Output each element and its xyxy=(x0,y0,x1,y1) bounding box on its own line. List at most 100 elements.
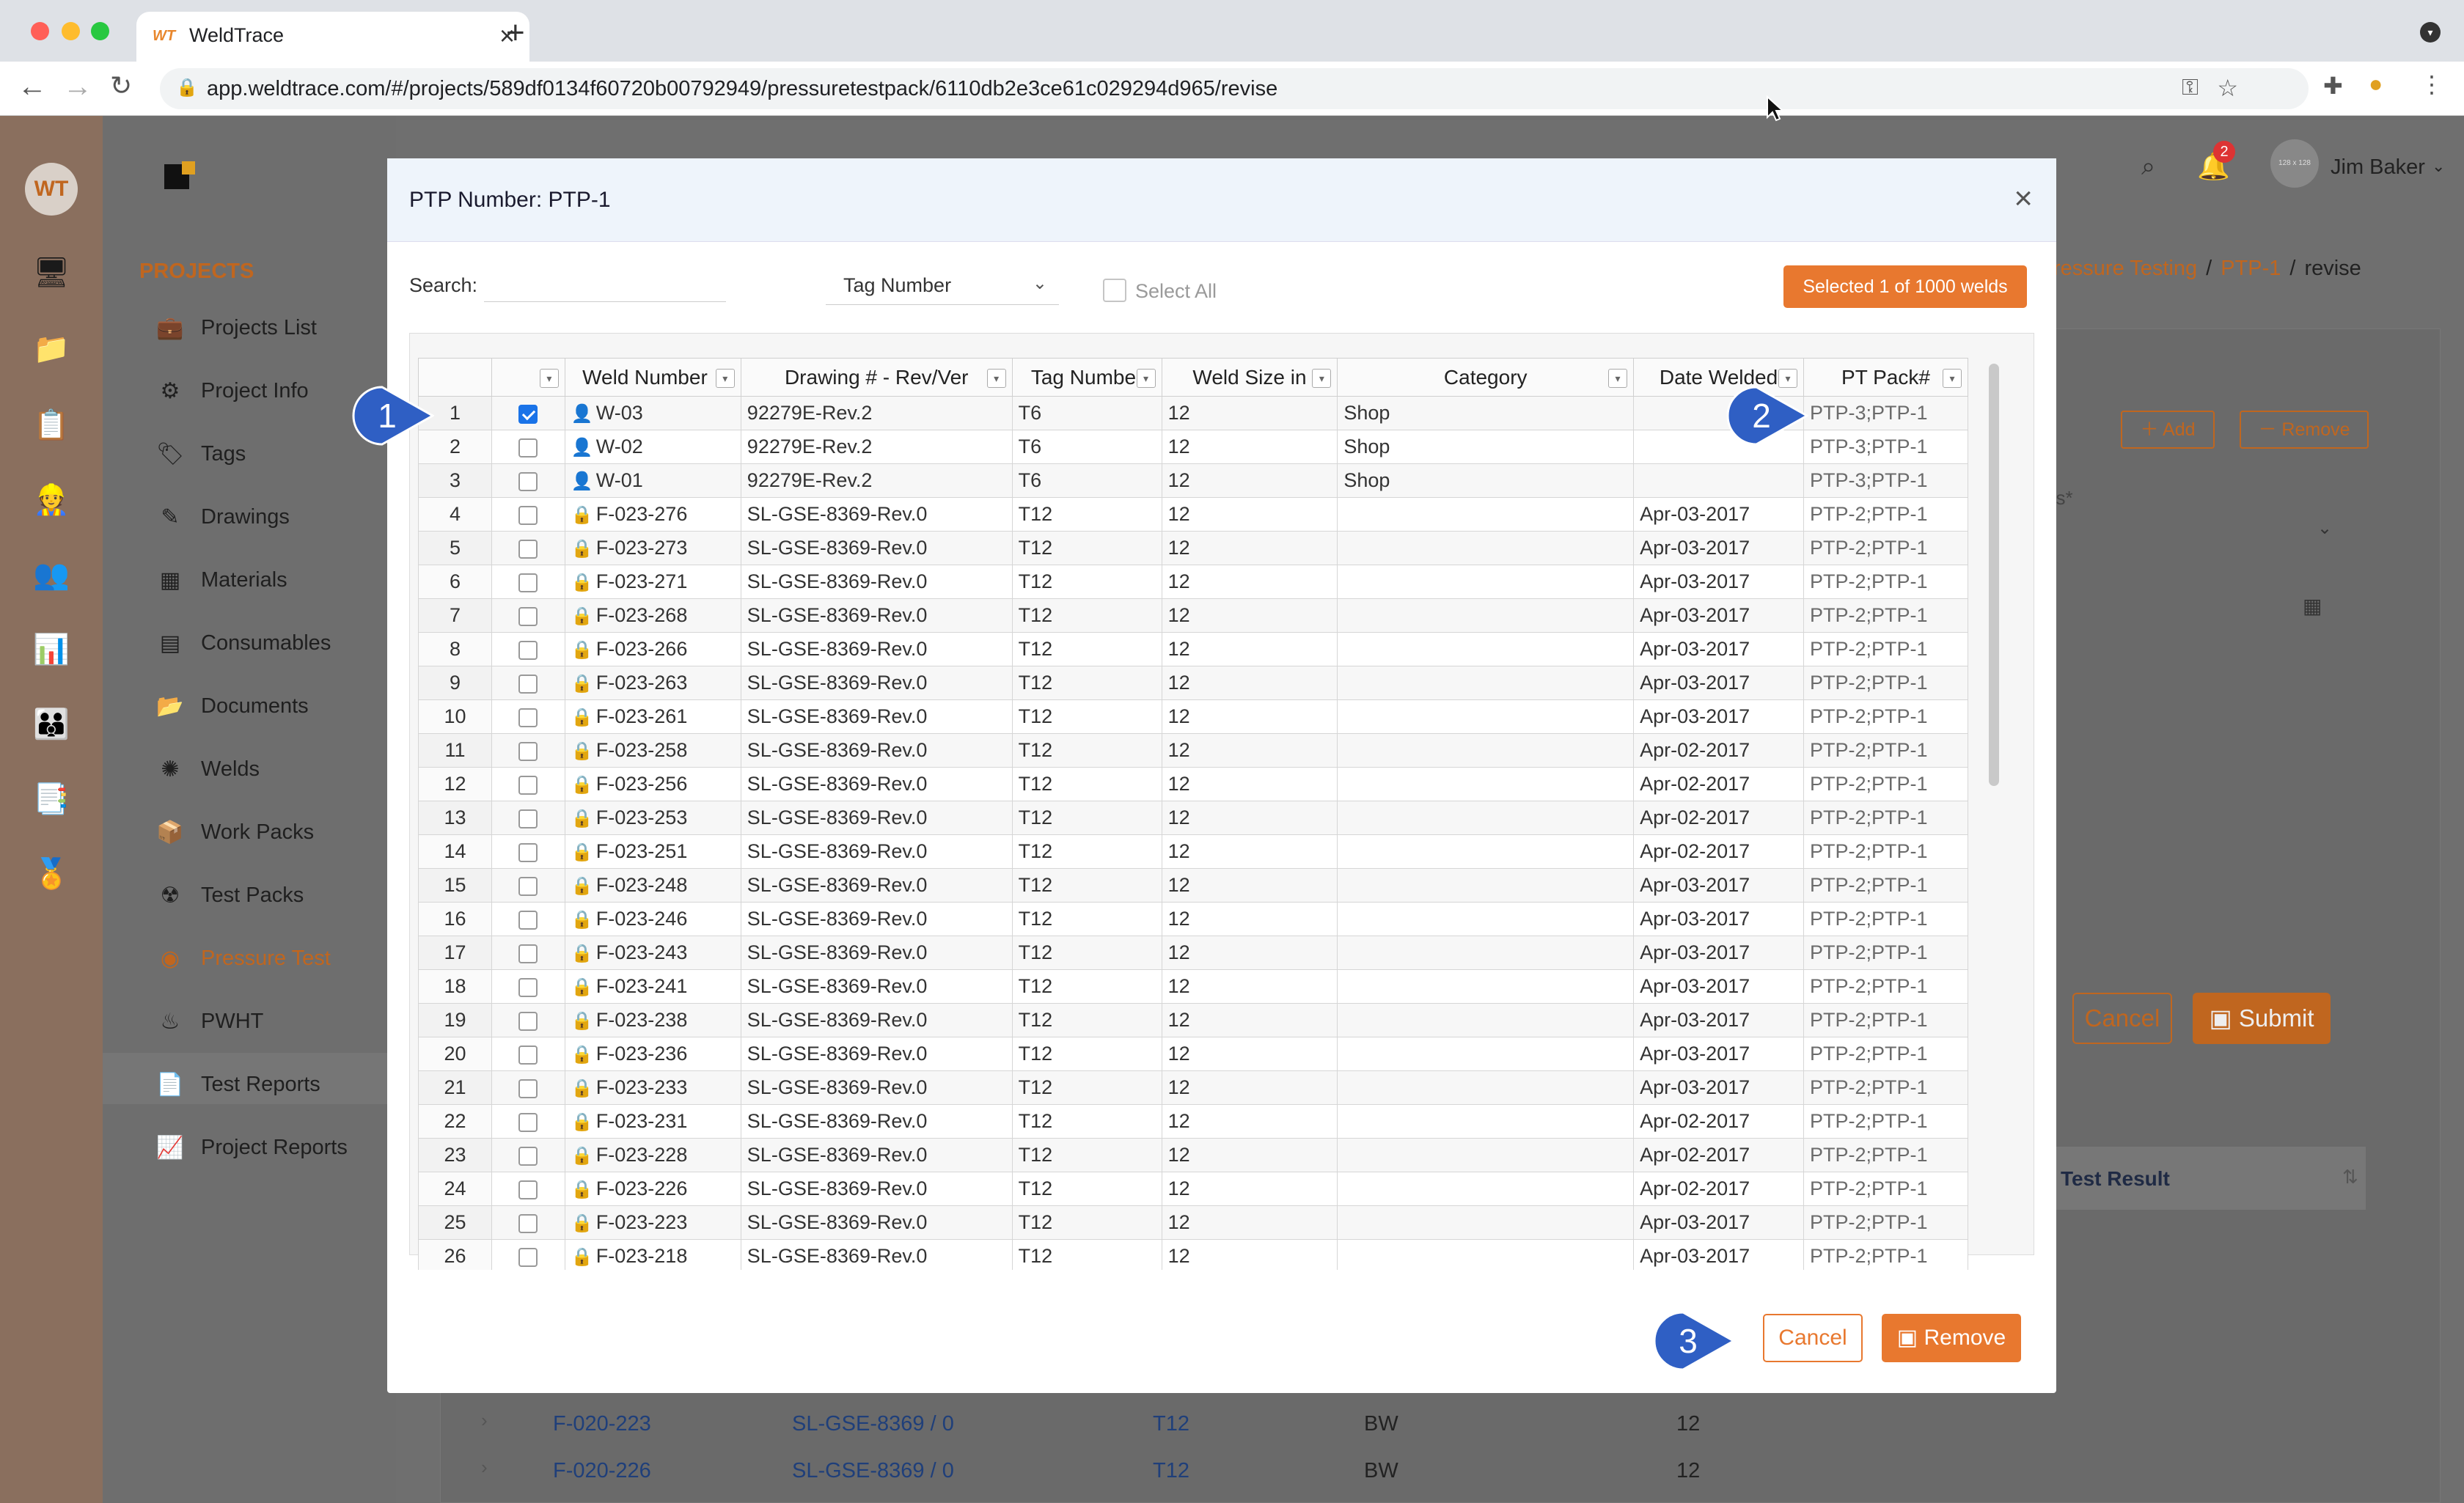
remove-bg-button[interactable]: － Remove xyxy=(2240,411,2369,449)
search-input[interactable] xyxy=(484,268,726,302)
row-checkbox[interactable] xyxy=(518,876,538,896)
sidebar-item-project-info[interactable]: ⚙ Project Info xyxy=(154,378,309,404)
sidebar-item-welds[interactable]: ✺ Welds xyxy=(154,757,260,782)
table-row[interactable]: 18 🔒 F-023-241 SL-GSE-8369-Rev.0 T12 12 Apr-03… xyxy=(418,969,1968,1004)
table-row[interactable]: 16 🔒 F-023-246 SL-GSE-8369-Rev.0 T12 12 Apr-03… xyxy=(418,902,1968,936)
board-icon[interactable]: 📊 xyxy=(29,632,73,673)
close-icon[interactable]: × xyxy=(2014,180,2033,217)
star-icon[interactable]: ☆ xyxy=(2217,74,2238,102)
table-row[interactable]: 23 🔒 F-023-228 SL-GSE-8369-Rev.0 T12 12 Apr-02… xyxy=(418,1138,1968,1172)
row-checkbox[interactable] xyxy=(518,438,538,457)
col-header-drawing[interactable]: Drawing # - Rev/Ver ▾ xyxy=(740,358,1013,397)
select-all-label[interactable]: Select All xyxy=(1135,280,1217,303)
row-checkbox[interactable] xyxy=(518,471,538,491)
table-row[interactable]: 21 🔒 F-023-233 SL-GSE-8369-Rev.0 T12 12 Apr-03… xyxy=(418,1070,1968,1105)
submit-button[interactable]: ▣ Submit xyxy=(2193,993,2331,1044)
row-checkbox[interactable] xyxy=(518,539,538,559)
tab-search-icon[interactable]: ▾ xyxy=(2420,22,2441,43)
key-icon[interactable]: ⚿ xyxy=(2182,76,2199,100)
row-checkbox[interactable] xyxy=(518,809,538,828)
row-checkbox[interactable] xyxy=(518,1180,538,1199)
minimize-window-icon[interactable] xyxy=(62,22,80,40)
table-row[interactable]: 7 🔒 F-023-268 SL-GSE-8369-Rev.0 T12 12 Apr-03-… xyxy=(418,598,1968,633)
row-checkbox[interactable] xyxy=(518,708,538,727)
checklist-icon[interactable]: 📋 xyxy=(29,408,73,449)
table-row[interactable]: 15 🔒 F-023-248 SL-GSE-8369-Rev.0 T12 12 Apr-03… xyxy=(418,868,1968,903)
table-row[interactable]: 10 🔒 F-023-261 SL-GSE-8369-Rev.0 T12 12 Apr-03… xyxy=(418,699,1968,734)
filter-icon[interactable]: ▾ xyxy=(986,369,1006,388)
col-header-weld-size[interactable]: Weld Size in ▾ xyxy=(1161,358,1338,397)
row-checkbox[interactable] xyxy=(518,1045,538,1065)
close-window-icon[interactable] xyxy=(31,22,49,40)
sidebar-item-documents[interactable]: 📂 Documents xyxy=(154,694,308,719)
row-checkbox[interactable] xyxy=(518,1247,538,1267)
welder-icon[interactable]: 👷 xyxy=(29,482,73,523)
col-header-select[interactable]: ▾ xyxy=(491,358,565,397)
user-name[interactable]: Jim Baker xyxy=(2331,155,2425,180)
reload-icon[interactable]: ↻ xyxy=(110,70,132,101)
col-header-tag-number[interactable]: Tag Number ▾ xyxy=(1011,358,1162,397)
row-checkbox[interactable] xyxy=(518,404,538,424)
filter-icon[interactable]: ▾ xyxy=(1943,369,1962,388)
dashboard-icon[interactable]: 🖥 xyxy=(29,255,73,296)
table-row[interactable]: 24 🔒 F-023-226 SL-GSE-8369-Rev.0 T12 12 Apr-02… xyxy=(418,1172,1968,1206)
search-icon[interactable]: ⌕ xyxy=(2141,152,2155,181)
filter-icon[interactable]: ▾ xyxy=(1136,369,1156,388)
extensions-icon[interactable]: ✚ xyxy=(2323,72,2343,100)
sidebar-item-test-packs[interactable]: ☢ Test Packs xyxy=(154,883,304,908)
sidebar-item-work-packs[interactable]: 📦 Work Packs xyxy=(154,820,314,845)
row-checkbox[interactable] xyxy=(518,977,538,997)
row-checkbox[interactable] xyxy=(518,910,538,930)
browser-tab[interactable]: WT WeldTrace × xyxy=(136,12,529,62)
col-header-pt-pack[interactable]: PT Pack# ▾ xyxy=(1803,358,1968,397)
grid-scrollbar[interactable] xyxy=(1989,364,1999,786)
maximize-window-icon[interactable] xyxy=(91,22,109,40)
table-row[interactable]: 14 🔒 F-023-251 SL-GSE-8369-Rev.0 T12 12 Apr-02… xyxy=(418,834,1968,869)
avatar[interactable]: 128 x 128 xyxy=(2270,139,2319,188)
table-row[interactable]: 3 👤 W-01 92279E-Rev.2 T6 12 Shop PTP-3;PTP-1 xyxy=(418,463,1968,498)
row-checkbox[interactable] xyxy=(518,944,538,963)
table-row[interactable]: 6 🔒 F-023-271 SL-GSE-8369-Rev.0 T12 12 Apr-03-… xyxy=(418,565,1968,599)
table-row[interactable]: 9 🔒 F-023-263 SL-GSE-8369-Rev.0 T12 12 Apr-03-… xyxy=(418,666,1968,700)
sidebar-item-test-reports[interactable]: 📄 Test Reports xyxy=(154,1072,320,1098)
sidebar-item-consumables[interactable]: ▤ Consumables xyxy=(154,631,331,656)
browser-menu-icon[interactable]: ⋮ xyxy=(2420,70,2443,98)
projects-icon[interactable]: 📁 xyxy=(29,331,73,372)
bg-tag[interactable]: T12 xyxy=(1153,1459,1189,1483)
row-checkbox[interactable] xyxy=(518,842,538,862)
address-bar[interactable]: 🔒 app.weldtrace.com/#/projects/589df0134… xyxy=(160,68,2309,109)
table-row[interactable]: 25 🔒 F-023-223 SL-GSE-8369-Rev.0 T12 12 Apr-03… xyxy=(418,1205,1968,1240)
sort-icon[interactable]: ⇅ xyxy=(2342,1166,2358,1188)
sidebar-item-pwht[interactable]: ♨ PWHT xyxy=(154,1009,264,1035)
row-checkbox[interactable] xyxy=(518,573,538,592)
table-row[interactable]: 26 🔒 F-023-218 SL-GSE-8369-Rev.0 T12 12 Apr-03… xyxy=(418,1239,1968,1270)
table-row[interactable]: 17 🔒 F-023-243 SL-GSE-8369-Rev.0 T12 12 Apr-03… xyxy=(418,936,1968,970)
row-checkbox[interactable] xyxy=(518,505,538,525)
col-header-category[interactable]: Category ▾ xyxy=(1337,358,1635,397)
table-row[interactable]: 20 🔒 F-023-236 SL-GSE-8369-Rev.0 T12 12 Apr-03… xyxy=(418,1037,1968,1071)
bg-weld[interactable]: F-020-223 xyxy=(553,1412,651,1436)
sidebar-item-pressure-test[interactable]: ◉ Pressure Test xyxy=(154,946,331,971)
sidebar-item-drawings[interactable]: ✎ Drawings xyxy=(154,504,289,530)
table-row[interactable]: 22 🔒 F-023-231 SL-GSE-8369-Rev.0 T12 12 Apr-02… xyxy=(418,1104,1968,1139)
table-row[interactable]: 11 🔒 F-023-258 SL-GSE-8369-Rev.0 T12 12 Apr-02… xyxy=(418,733,1968,768)
chevron-down-icon[interactable]: ⌄ xyxy=(2317,518,2332,539)
cancel-bg-button[interactable]: Cancel xyxy=(2072,993,2172,1044)
select-all-checkbox[interactable] xyxy=(1103,279,1126,302)
sidebar-item-projects-list[interactable]: 💼 Projects List xyxy=(154,315,317,341)
row-checkbox[interactable] xyxy=(518,1112,538,1132)
chevron-down-icon[interactable]: ⌄ xyxy=(2432,157,2445,176)
filter-icon[interactable]: ▾ xyxy=(1312,369,1332,388)
add-button[interactable]: ＋ Add xyxy=(2121,411,2215,449)
team-icon[interactable]: 👪 xyxy=(29,707,73,748)
filter-icon[interactable]: ▾ xyxy=(715,369,735,388)
row-checkbox[interactable] xyxy=(518,1146,538,1166)
sidebar-item-materials[interactable]: ▦ Materials xyxy=(154,567,287,593)
filter-icon[interactable]: ▾ xyxy=(539,369,559,388)
org-icon[interactable]: 👥 xyxy=(29,557,73,598)
table-row[interactable]: 8 🔒 F-023-266 SL-GSE-8369-Rev.0 T12 12 Apr-03-… xyxy=(418,632,1968,666)
bg-weld[interactable]: F-020-226 xyxy=(553,1459,651,1483)
table-row[interactable]: 19 🔒 F-023-238 SL-GSE-8369-Rev.0 T12 12 Apr-03… xyxy=(418,1003,1968,1037)
table-row[interactable]: 4 🔒 F-023-276 SL-GSE-8369-Rev.0 T12 12 Apr-03-… xyxy=(418,497,1968,532)
row-checkbox[interactable] xyxy=(518,1213,538,1233)
